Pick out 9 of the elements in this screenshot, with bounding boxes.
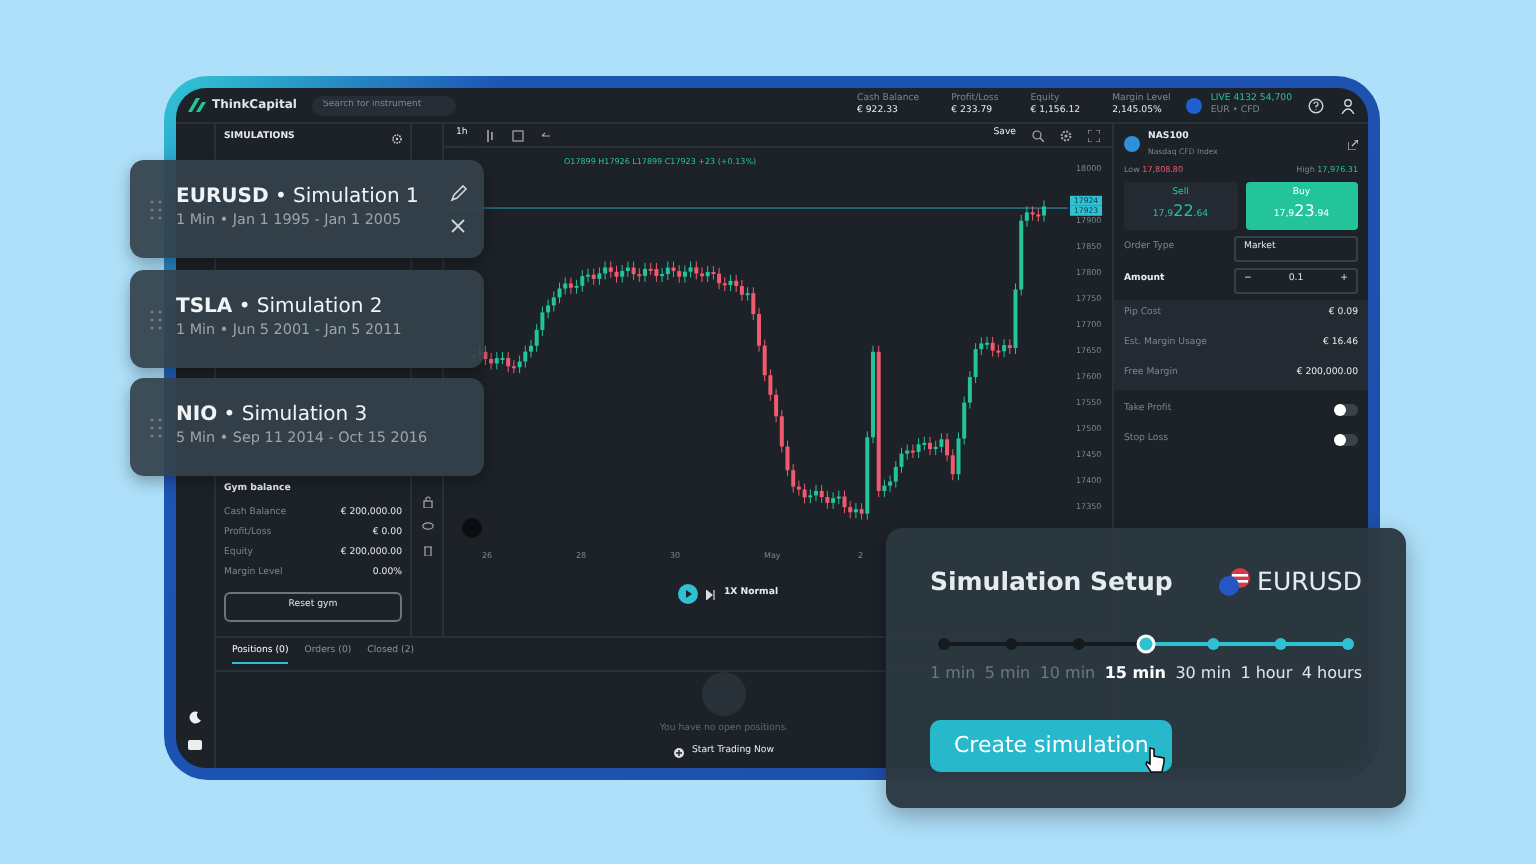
- step-label[interactable]: 15 min: [1104, 661, 1167, 686]
- card-title: NIO • Simulation 3: [176, 404, 370, 429]
- card-title: Simulation Setup: [930, 564, 1173, 600]
- step-label[interactable]: 30 min: [1175, 661, 1232, 686]
- step-label[interactable]: 1 hour: [1240, 661, 1293, 686]
- step-label[interactable]: 4 hours: [1301, 661, 1362, 686]
- card-title: TSLA • Simulation 2: [176, 296, 385, 321]
- card-title: EURUSD • Simulation 1: [176, 186, 421, 211]
- currency-pair: EURUSD: [1257, 564, 1362, 600]
